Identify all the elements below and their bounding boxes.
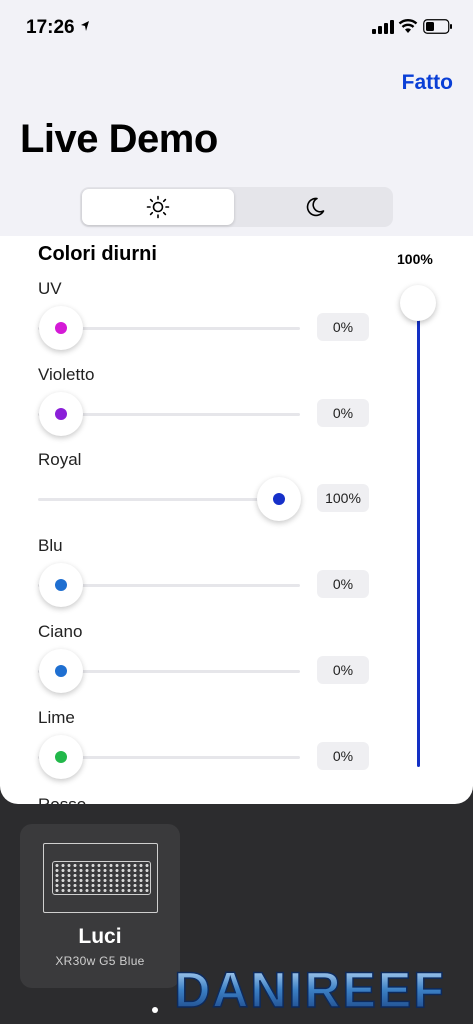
master-value: 100% [397,251,433,267]
device-card[interactable]: Luci XR30w G5 Blue [20,824,180,988]
day-night-segmented-control[interactable] [80,187,393,227]
device-name: Luci [78,925,122,948]
channel-value-badge: 0% [317,313,369,341]
channel-slider-thumb[interactable] [39,563,83,608]
channel-value-badge: 0% [317,398,369,427]
channel-value-badge: 0% [317,741,369,770]
channel-value-badge: 100% [317,484,369,513]
channel-color-dot [55,664,67,677]
channel-color-dot [55,579,67,592]
moon-icon [306,197,324,217]
master-slider-thumb[interactable] [400,285,436,321]
channel-slider-thumb[interactable] [39,391,83,436]
segment-night[interactable] [238,189,391,225]
battery-icon [423,19,452,34]
channel-label: Violetto [38,364,95,384]
page-indicator-dot [152,1007,158,1013]
channel-label: Lime [38,707,75,727]
channel-slider-thumb[interactable] [39,648,83,693]
channel-slider-thumb[interactable] [39,734,83,779]
channel-label: Royal [38,450,82,470]
channel-label: Ciano [38,621,83,641]
sun-icon [146,195,170,219]
channel-label-cut: Rosso [38,795,86,804]
live-demo-sheet: 17:26 Fatto Live Demo Colori diurni UV 0… [0,0,473,804]
light-fixture-image [43,843,158,913]
channel-value-badge: 0% [317,570,369,599]
wifi-icon [398,19,418,33]
status-bar: 17:26 [0,0,473,56]
channel-color-dot [55,322,67,334]
status-time: 17:26 [26,17,75,38]
channel-slider-thumb[interactable] [39,306,83,350]
section-title: Colori diurni [38,243,157,265]
done-button[interactable]: Fatto [402,71,453,95]
master-slider-track[interactable] [417,302,420,767]
led-grille [52,861,151,895]
page-title: Live Demo [20,117,218,161]
channel-label: UV [38,279,62,298]
channel-label: Blu [38,536,63,556]
channel-value-badge: 0% [317,655,369,684]
danireef-watermark-logo: DANIREEF [173,963,446,1015]
channel-color-dot [55,407,67,420]
channel-color-dot [55,750,67,763]
channel-slider-thumb[interactable] [257,477,301,522]
cellular-signal-icon [372,20,394,34]
device-model: XR30w G5 Blue [55,954,145,968]
channel-color-dot [273,493,285,506]
segment-day[interactable] [82,189,234,225]
location-arrow-icon [81,21,89,31]
watermark-text: DANIREEF [174,963,446,1015]
